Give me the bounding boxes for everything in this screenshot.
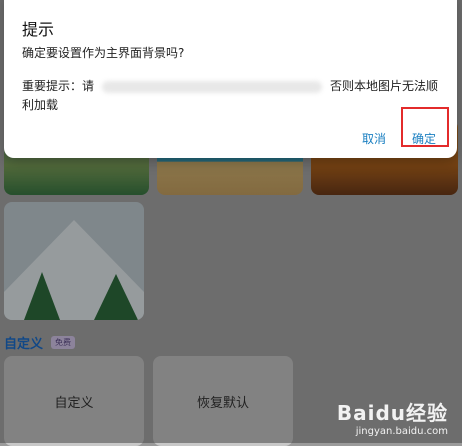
- watermark-logo: Baidu经验: [336, 401, 448, 425]
- note-prefix: 重要提示：请: [22, 79, 95, 93]
- dialog-note: 重要提示：请 否则本地图片无法顺利加载: [22, 77, 447, 115]
- confirm-dialog: 提示 确定要设置作为主界面背景吗? 重要提示：请 否则本地图片无法顺利加载 取消 …: [4, 0, 457, 158]
- watermark-url: jingyan.baidu.com: [355, 426, 448, 437]
- highlight-annotation: [401, 107, 449, 147]
- dialog-title: 提示: [22, 20, 55, 39]
- dialog-question: 确定要设置作为主界面背景吗?: [22, 46, 185, 60]
- blurred-text: [102, 80, 323, 93]
- baidu-watermark: Baidu经验 jingyan.baidu.com: [337, 397, 448, 437]
- cancel-button[interactable]: 取消: [362, 130, 386, 147]
